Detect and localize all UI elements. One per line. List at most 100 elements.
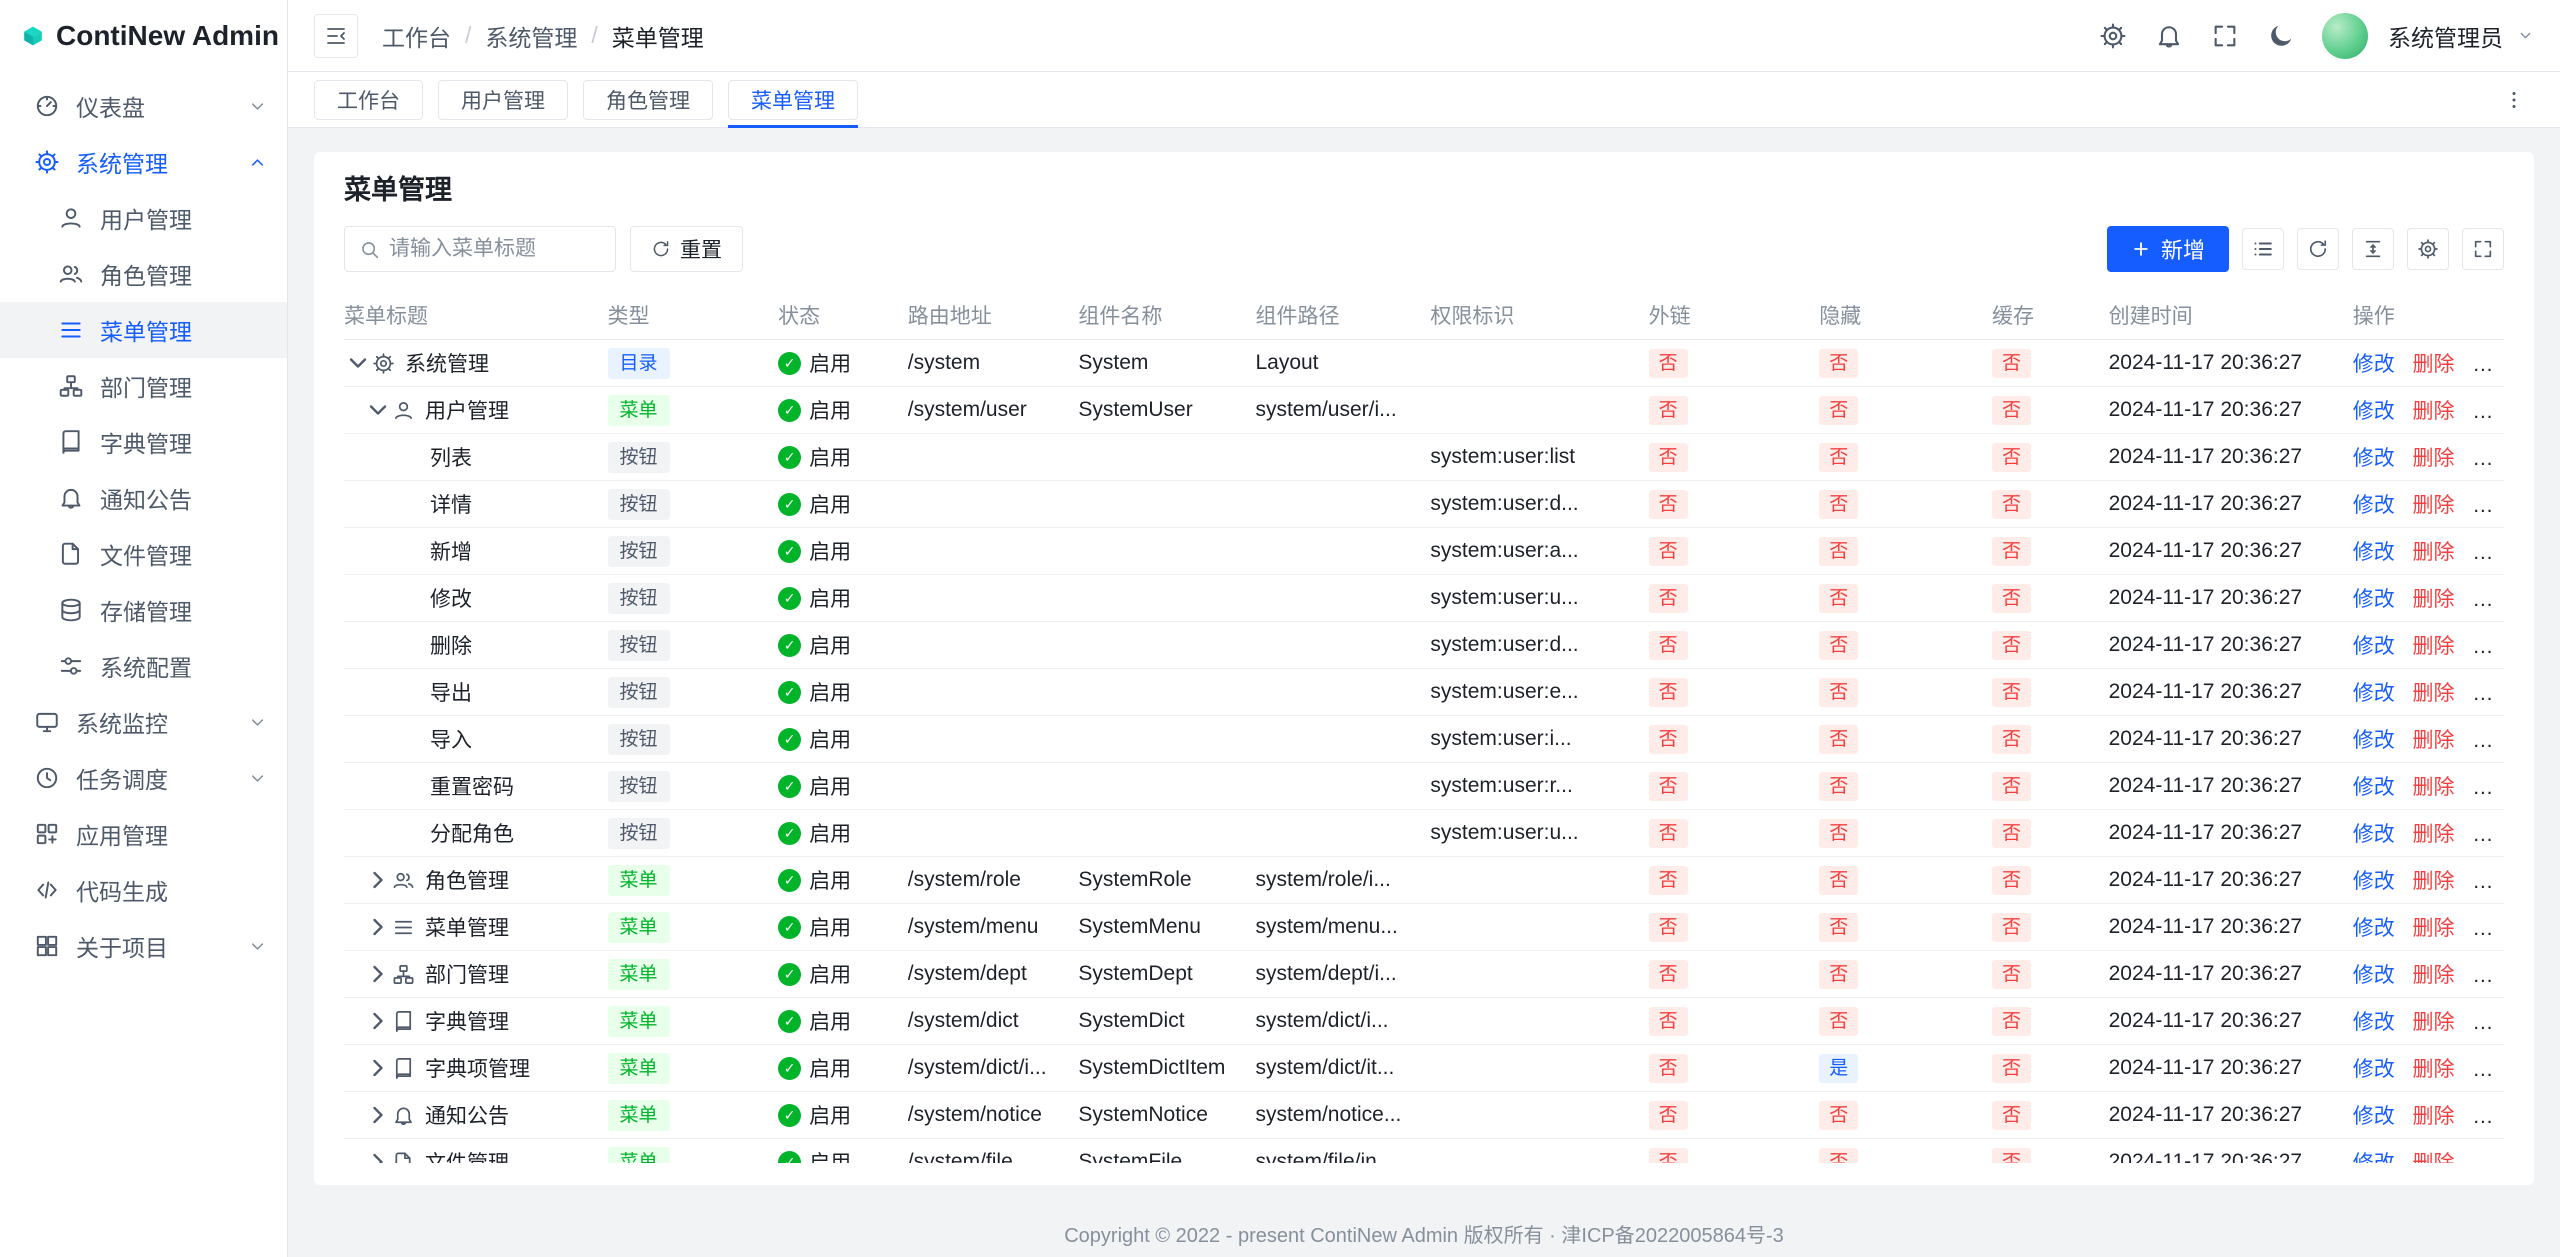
- search-input[interactable]: [389, 237, 601, 261]
- modify-link[interactable]: 修改: [2353, 823, 2395, 846]
- add-link[interactable]: 新增: [2472, 447, 2504, 470]
- expand-right-icon[interactable]: [364, 1007, 392, 1035]
- add-link[interactable]: 新增: [2472, 1105, 2504, 1128]
- modify-link[interactable]: 修改: [2353, 682, 2395, 705]
- expand-right-icon[interactable]: [364, 1148, 392, 1163]
- sidebar-item-dashboard[interactable]: 仪表盘: [0, 78, 287, 134]
- expand-right-icon[interactable]: [364, 913, 392, 941]
- sidebar-item-dict-management[interactable]: 字典管理: [0, 414, 287, 470]
- modify-link[interactable]: 修改: [2353, 447, 2395, 470]
- delete-link[interactable]: 删除: [2413, 541, 2455, 564]
- username[interactable]: 系统管理员: [2388, 19, 2503, 53]
- column-settings-button[interactable]: [2407, 228, 2449, 270]
- expand-right-icon[interactable]: [364, 1101, 392, 1129]
- add-link[interactable]: 新增: [2472, 870, 2504, 893]
- tab-options-button[interactable]: [2494, 80, 2534, 120]
- modify-link[interactable]: 修改: [2353, 870, 2395, 893]
- modify-link[interactable]: 修改: [2353, 1152, 2395, 1163]
- modify-link[interactable]: 修改: [2353, 729, 2395, 752]
- add-link[interactable]: 新增: [2472, 823, 2504, 846]
- delete-link[interactable]: 删除: [2413, 635, 2455, 658]
- delete-link[interactable]: 删除: [2413, 447, 2455, 470]
- delete-link[interactable]: 删除: [2413, 917, 2455, 940]
- delete-link[interactable]: 删除: [2413, 682, 2455, 705]
- delete-link[interactable]: 删除: [2413, 1058, 2455, 1081]
- add-link[interactable]: 新增: [2472, 1011, 2504, 1034]
- delete-link[interactable]: 删除: [2413, 729, 2455, 752]
- modify-link[interactable]: 修改: [2353, 776, 2395, 799]
- app-logo[interactable]: ContiNew Admin: [0, 0, 287, 72]
- breadcrumb-item[interactable]: 工作台: [382, 19, 451, 53]
- tab-menu-management[interactable]: 菜单管理: [728, 80, 858, 120]
- delete-link[interactable]: 删除: [2413, 494, 2455, 517]
- tab-workbench[interactable]: 工作台: [314, 80, 423, 120]
- modify-link[interactable]: 修改: [2353, 1105, 2395, 1128]
- expand-down-icon[interactable]: [364, 396, 392, 424]
- reset-button[interactable]: 重置: [630, 226, 743, 272]
- add-link[interactable]: 新增: [2472, 400, 2504, 423]
- notification-button[interactable]: [2146, 13, 2192, 59]
- sidebar-item-code-generation[interactable]: 代码生成: [0, 862, 287, 918]
- line-height-button[interactable]: [2352, 228, 2394, 270]
- expand-right-icon[interactable]: [364, 866, 392, 894]
- add-link[interactable]: 新增: [2472, 1058, 2504, 1081]
- search-box[interactable]: [344, 226, 616, 272]
- expand-down-icon[interactable]: [344, 349, 372, 377]
- expand-right-icon[interactable]: [364, 960, 392, 988]
- fullscreen-button[interactable]: [2202, 13, 2248, 59]
- dark-mode-button[interactable]: [2258, 13, 2304, 59]
- delete-link[interactable]: 删除: [2413, 776, 2455, 799]
- refresh-button[interactable]: [2297, 228, 2339, 270]
- modify-link[interactable]: 修改: [2353, 1058, 2395, 1081]
- tab-role-management[interactable]: 角色管理: [583, 80, 713, 120]
- delete-link[interactable]: 删除: [2413, 353, 2455, 376]
- modify-link[interactable]: 修改: [2353, 964, 2395, 987]
- delete-link[interactable]: 删除: [2413, 588, 2455, 611]
- sidebar-item-system-monitor[interactable]: 系统监控: [0, 694, 287, 750]
- add-link[interactable]: 新增: [2472, 917, 2504, 940]
- modify-link[interactable]: 修改: [2353, 400, 2395, 423]
- fullscreen-button[interactable]: [2462, 228, 2504, 270]
- add-link[interactable]: 新增: [2472, 588, 2504, 611]
- sidebar-item-menu-management[interactable]: 菜单管理: [0, 302, 287, 358]
- delete-link[interactable]: 删除: [2413, 400, 2455, 423]
- add-link[interactable]: 新增: [2472, 541, 2504, 564]
- delete-link[interactable]: 删除: [2413, 870, 2455, 893]
- list-button[interactable]: [2242, 228, 2284, 270]
- sidebar-item-app-management[interactable]: 应用管理: [0, 806, 287, 862]
- modify-link[interactable]: 修改: [2353, 494, 2395, 517]
- add-link[interactable]: 新增: [2472, 776, 2504, 799]
- breadcrumb-item[interactable]: 系统管理: [485, 19, 577, 53]
- sidebar-item-task-schedule[interactable]: 任务调度: [0, 750, 287, 806]
- add-link[interactable]: 新增: [2472, 635, 2504, 658]
- modify-link[interactable]: 修改: [2353, 635, 2395, 658]
- add-link[interactable]: 新增: [2472, 353, 2504, 376]
- sidebar-item-role-management[interactable]: 角色管理: [0, 246, 287, 302]
- expand-right-icon[interactable]: [364, 1054, 392, 1082]
- delete-link[interactable]: 删除: [2413, 964, 2455, 987]
- sidebar-item-storage-management[interactable]: 存储管理: [0, 582, 287, 638]
- modify-link[interactable]: 修改: [2353, 1011, 2395, 1034]
- sidebar-item-notice[interactable]: 通知公告: [0, 470, 287, 526]
- modify-link[interactable]: 修改: [2353, 917, 2395, 940]
- sidebar-item-about-project[interactable]: 关于项目: [0, 918, 287, 974]
- delete-link[interactable]: 删除: [2413, 1152, 2455, 1163]
- delete-link[interactable]: 删除: [2413, 1105, 2455, 1128]
- modify-link[interactable]: 修改: [2353, 541, 2395, 564]
- settings-button[interactable]: [2090, 13, 2136, 59]
- add-link[interactable]: 新增: [2472, 1152, 2504, 1163]
- delete-link[interactable]: 删除: [2413, 823, 2455, 846]
- add-link[interactable]: 新增: [2472, 682, 2504, 705]
- user-avatar[interactable]: [2322, 13, 2368, 59]
- sidebar-item-user-management[interactable]: 用户管理: [0, 190, 287, 246]
- tab-user-management[interactable]: 用户管理: [438, 80, 568, 120]
- modify-link[interactable]: 修改: [2353, 588, 2395, 611]
- sidebar-collapse-button[interactable]: [314, 14, 358, 58]
- add-button[interactable]: 新增: [2107, 226, 2229, 272]
- sidebar-item-system-config[interactable]: 系统配置: [0, 638, 287, 694]
- add-link[interactable]: 新增: [2472, 729, 2504, 752]
- add-link[interactable]: 新增: [2472, 494, 2504, 517]
- sidebar-item-system-management[interactable]: 系统管理: [0, 134, 287, 190]
- add-link[interactable]: 新增: [2472, 964, 2504, 987]
- delete-link[interactable]: 删除: [2413, 1011, 2455, 1034]
